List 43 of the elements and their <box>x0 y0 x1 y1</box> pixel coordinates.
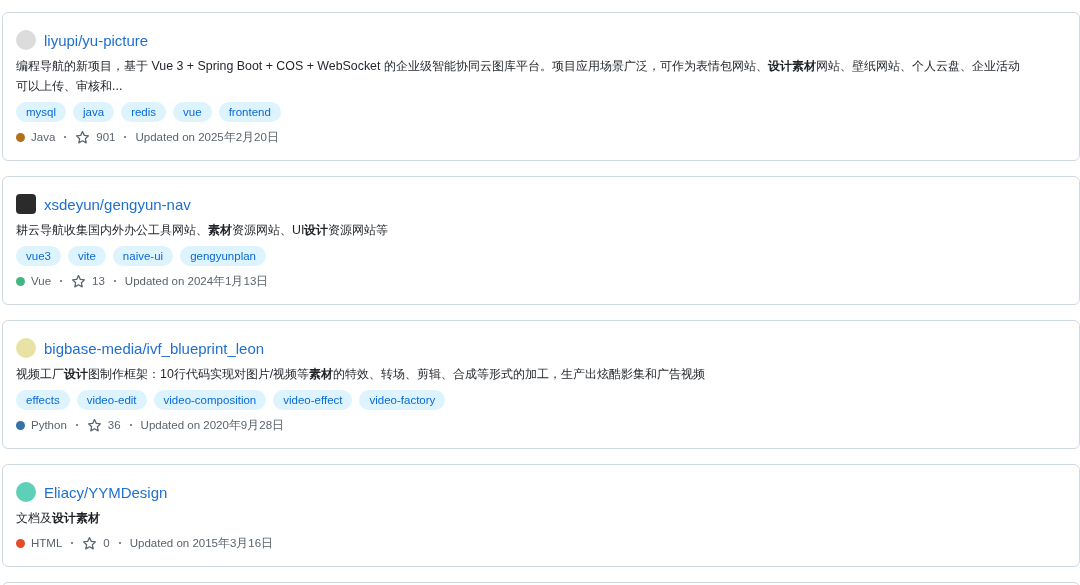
star-count: 901 <box>96 131 116 143</box>
avatar-placeholder <box>16 30 36 50</box>
repo-description: 可以上传、审核和... <box>16 78 124 95</box>
updated-date: Updated on 2015年3月16日 <box>129 535 274 551</box>
topic-tag[interactable]: video-effect <box>273 390 353 410</box>
star-icon <box>86 417 102 433</box>
repo-link[interactable]: xsdeyun/gengyun-nav <box>44 195 191 213</box>
topic-tag[interactable]: frontend <box>218 102 281 122</box>
repo-description: 视频工厂设计图制作框架：10行代码实现对图片/视频等素材的特效、转场、剪辑、合成等形式的加工，生产出炫酷影集和广告视频 <box>16 366 707 383</box>
star-icon <box>75 129 91 145</box>
topic-tag[interactable]: video-factory <box>359 390 446 410</box>
repo-description: 编程导航的新项目，基于 Vue 3 + Spring Boot + COS + WebSocket 的企业级智能协同云图库平台。项目应用场景广泛，可作为表情包网站、设计素材网站、壁纸网站、个人云盘、企业活动 <box>16 58 1021 75</box>
topic-tag[interactable]: video-composition <box>153 390 267 410</box>
repo-description: 文档及设计素材 <box>16 510 101 527</box>
topic-tag[interactable]: naive-ui <box>112 246 174 266</box>
updated-date: Updated on 2025年2月20日 <box>135 129 279 145</box>
topic-tag[interactable]: effects <box>16 390 70 410</box>
topic-tag[interactable]: vue3 <box>16 246 61 266</box>
repo-link[interactable]: Eliacy/YYMDesign <box>44 483 168 501</box>
star-count: 13 <box>92 275 105 287</box>
avatar-icon <box>16 482 36 502</box>
topic-tag[interactable]: vue <box>173 102 212 122</box>
topic-tag[interactable]: vite <box>67 246 106 266</box>
star-icon <box>71 273 87 289</box>
repo-link[interactable]: liyupi/yu-picture <box>44 31 149 49</box>
language-label: Python <box>31 419 67 431</box>
updated-date: Updated on 2024年1月13日 <box>124 273 269 289</box>
topic-tag[interactable]: gengyunplan <box>180 246 266 266</box>
star-icon <box>82 535 98 551</box>
language-label: HTML <box>31 537 63 549</box>
topic-tag[interactable]: video-edit <box>76 390 147 410</box>
star-count: 0 <box>103 537 110 549</box>
avatar-icon <box>16 338 36 358</box>
topic-tag[interactable]: java <box>73 102 115 122</box>
topic-tag[interactable]: mysql <box>16 102 67 122</box>
language-label: Java <box>31 131 56 143</box>
updated-date: Updated on 2020年9月28日 <box>140 417 285 433</box>
star-count: 36 <box>107 419 121 431</box>
repo-description: 耕云导航收集国内外办公工具网站、素材资源网站、UI设计资源网站等 <box>16 222 390 239</box>
repo-link[interactable]: bigbase-media/ivf_blueprint_leon <box>44 339 265 357</box>
avatar-icon <box>16 194 36 214</box>
topic-tag[interactable]: redis <box>121 102 167 122</box>
language-label: Vue <box>31 275 52 287</box>
